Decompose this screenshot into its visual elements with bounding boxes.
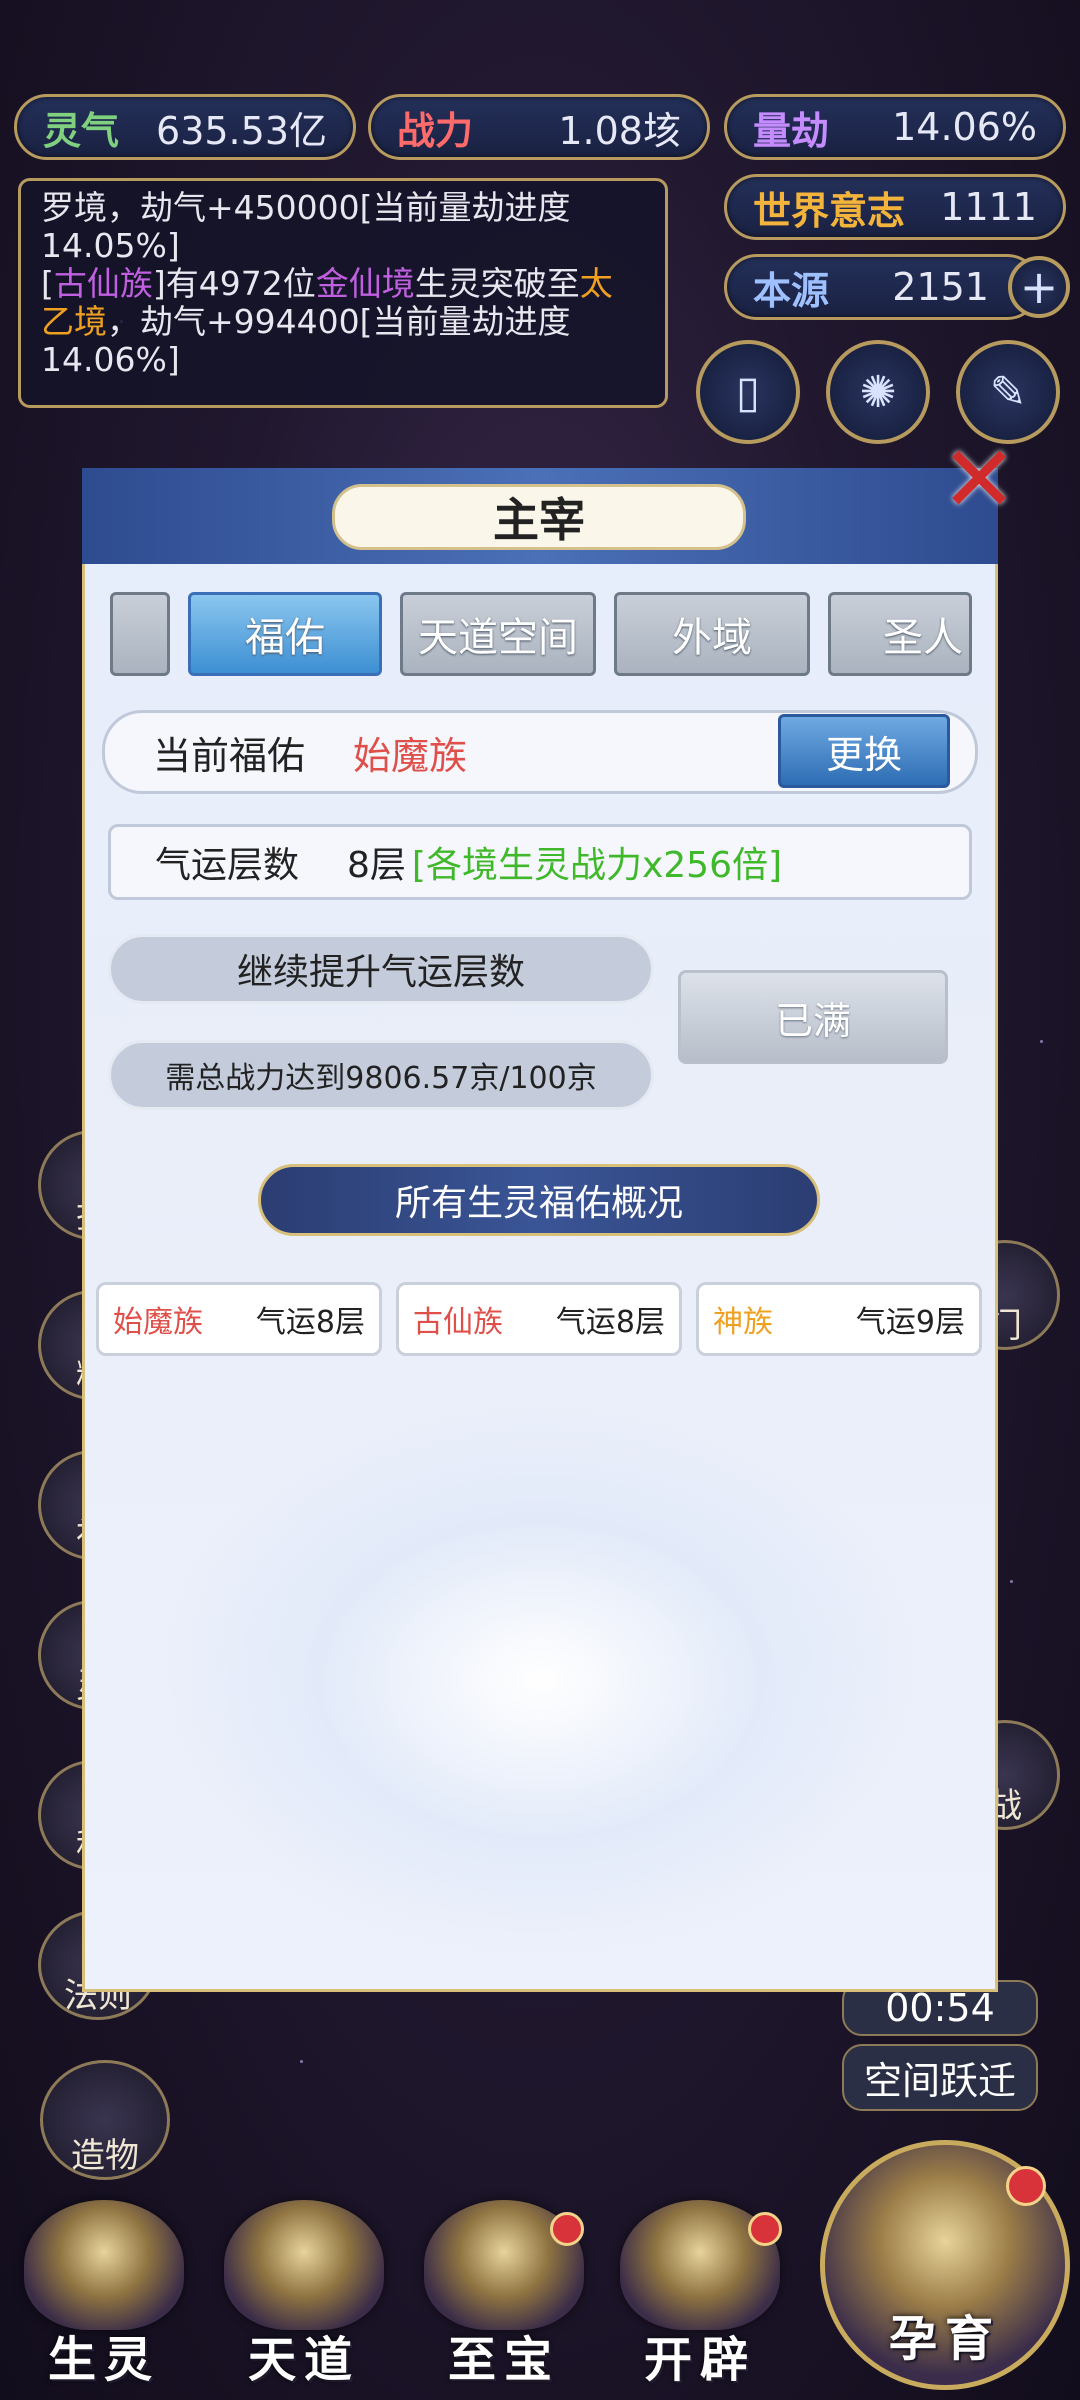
race-luck: 气运8层: [555, 1305, 665, 1340]
lingqi-label: 灵气: [43, 108, 120, 153]
race-box-shen: 神族 气运9层: [696, 1282, 982, 1356]
liangjie-value: 14.06%: [892, 105, 1037, 149]
luck-layer-row: 气运层数 8层 [各境生灵战力x256倍]: [108, 824, 972, 900]
tab-fuyou[interactable]: 福佑: [188, 592, 382, 676]
race-name: 古仙族: [413, 1305, 503, 1340]
race-name: 始魔族: [113, 1305, 203, 1340]
liangjie-label: 量劫: [753, 108, 830, 153]
nav-kaipi-label: 开辟: [643, 2332, 756, 2388]
nav-zhibao-label: 至宝: [447, 2332, 560, 2388]
current-fuyou-value: 始魔族: [353, 733, 468, 778]
tiandao-icon: [224, 2200, 384, 2330]
timer-label: 空间跃迁: [842, 2044, 1038, 2111]
nav-shengling-label: 生灵: [47, 2332, 160, 2388]
yunyu-red-dot: [1006, 2166, 1046, 2206]
change-button-label: 更换: [825, 732, 902, 777]
full-button-label: 已满: [774, 998, 851, 1043]
tab-tiandao-space-label: 天道空间: [418, 615, 578, 661]
card-icon: ▯: [735, 366, 761, 418]
log-realm: 金仙境: [315, 264, 415, 303]
luck-value: 8层: [347, 845, 406, 886]
space-jump-timer[interactable]: 00:54 空间跃迁: [842, 1980, 1038, 2111]
kaipi-red-dot: [748, 2212, 782, 2246]
side-label: 造物: [71, 2136, 139, 2176]
zhanli-value: 1.08垓: [558, 108, 681, 153]
close-button[interactable]: ✕: [934, 426, 1024, 533]
shijie-value: 1111: [940, 185, 1037, 229]
log-race: 古仙族: [53, 264, 153, 303]
luck-label: 气运层数: [155, 845, 300, 886]
dialog-title: 主宰: [332, 484, 746, 550]
tab-fuyou-label: 福佑: [245, 615, 325, 661]
scroll-icon: ✎: [989, 366, 1027, 418]
nav-tiandao[interactable]: 天道: [214, 2200, 394, 2390]
card-button[interactable]: ▯: [696, 340, 800, 444]
resource-liangjie: 量劫 14.06%: [724, 94, 1066, 160]
log-line-2: [古仙族]有4972位金仙境生灵突破至太乙境，劫气+994400[当前量劫进度1…: [41, 265, 645, 379]
race-box-guxian: 古仙族 气运8层: [396, 1282, 682, 1356]
plus-icon: +: [1019, 260, 1059, 314]
tab-waiyu[interactable]: 外域: [614, 592, 810, 676]
race-luck: 气运8层: [255, 1305, 365, 1340]
resource-lingqi: 灵气 635.53亿: [14, 94, 356, 160]
upgrade-luck-label: 继续提升气运层数: [108, 934, 654, 1004]
benyuan-value: 2151: [892, 265, 989, 309]
vortex-button[interactable]: ✺: [826, 340, 930, 444]
race-box-shimo: 始魔族 气运8层: [96, 1282, 382, 1356]
full-button[interactable]: 已满: [678, 970, 948, 1064]
overview-title: 所有生灵福佑概况: [394, 1183, 683, 1224]
tab-tiandao-space[interactable]: 天道空间: [400, 592, 596, 676]
tab-shengren[interactable]: 圣人: [828, 592, 972, 676]
tab-shengren-label: 圣人: [883, 615, 963, 661]
log-breakthrough: 生灵突破至: [414, 264, 580, 303]
nav-yunyu-label: 孕育: [888, 2311, 1001, 2367]
change-button[interactable]: 更换: [778, 714, 950, 788]
race-name: 神族: [713, 1305, 773, 1340]
race-luck: 气运9层: [855, 1305, 965, 1340]
current-fuyou-label: 当前福佑: [153, 733, 306, 778]
add-benyuan-button[interactable]: +: [1008, 256, 1070, 318]
log-bracket: [: [41, 264, 54, 303]
resource-benyuan: 本源 2151: [724, 254, 1040, 320]
resource-zhanli: 战力 1.08垓: [368, 94, 710, 160]
requirement-text: 需总战力达到9806.57京/100京: [165, 1061, 597, 1096]
zhanli-label: 战力: [397, 108, 474, 153]
upgrade-luck-text: 继续提升气运层数: [236, 952, 525, 993]
vortex-icon: ✺: [859, 366, 897, 418]
overview-banner: 所有生灵福佑概况: [258, 1164, 820, 1236]
resource-shijie: 世界意志 1111: [724, 174, 1066, 240]
side-icon-zaowu[interactable]: 造物: [40, 2060, 170, 2180]
zhibao-red-dot: [550, 2212, 584, 2246]
benyuan-label: 本源: [753, 268, 830, 313]
tab-previous[interactable]: [110, 592, 170, 676]
tab-waiyu-label: 外域: [672, 615, 752, 661]
dialog-background-art: [150, 1400, 930, 1960]
shengling-icon: [24, 2200, 184, 2330]
requirement-label: 需总战力达到9806.57京/100京: [108, 1040, 654, 1110]
shijie-label: 世界意志: [753, 188, 906, 233]
log-count: ]有4972位: [152, 264, 316, 303]
nav-shengling[interactable]: 生灵: [14, 2200, 194, 2390]
luck-bonus: [各境生灵战力x256倍]: [411, 845, 783, 886]
close-icon: ✕: [940, 425, 1018, 533]
log-line-1: 罗境，劫气+450000[当前量劫进度14.05%]: [41, 188, 571, 265]
nav-tiandao-label: 天道: [247, 2332, 360, 2388]
event-log: 罗境，劫气+450000[当前量劫进度14.05%] [古仙族]有4972位金仙…: [18, 178, 668, 408]
lingqi-value: 635.53亿: [156, 108, 327, 153]
log-progress: ，劫气+994400[当前量劫进度14.06%]: [41, 302, 571, 379]
